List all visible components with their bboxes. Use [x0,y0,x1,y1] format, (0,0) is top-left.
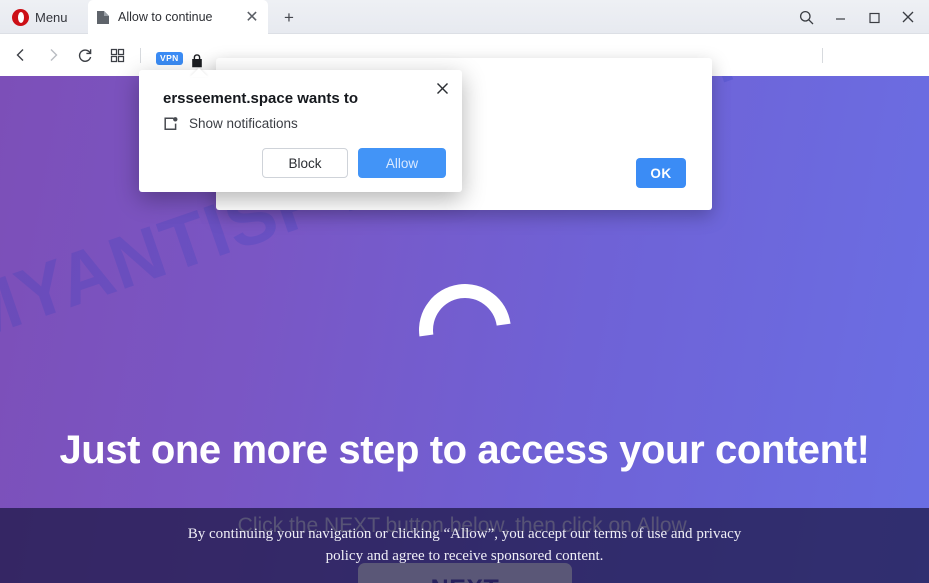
permission-buttons: Block Allow [262,148,446,178]
reload-button[interactable] [74,44,96,66]
vpn-badge[interactable]: VPN [156,52,183,65]
browser-titlebar: Menu Allow to continue ✕ + [0,0,929,34]
search-icon[interactable] [789,2,823,32]
toolbar-divider [140,48,141,63]
toolbar-divider-right [822,48,823,63]
window-controls [789,0,925,34]
page-document-icon [96,10,110,25]
permission-popup-arrow [190,68,208,77]
site-dialog-ok-button[interactable]: OK [636,158,686,188]
new-tab-button[interactable]: + [278,6,300,28]
opera-menu-label: Menu [35,9,68,25]
permission-close-icon[interactable] [432,78,452,98]
back-button[interactable] [10,44,32,66]
loading-spinner-icon [400,265,530,395]
forward-button[interactable] [42,44,64,66]
consent-bar: By continuing your navigation or clickin… [0,508,929,583]
consent-line-1: By continuing your navigation or clickin… [187,525,693,542]
consent-text: By continuing your navigation or clickin… [185,524,745,568]
page-headline: Just one more step to access your conten… [59,428,870,472]
notification-bell-icon [163,116,179,132]
maximize-button[interactable] [857,2,891,32]
tab-close-icon[interactable]: ✕ [244,9,260,26]
allow-button[interactable]: Allow [358,148,446,178]
tab-title: Allow to continue [118,10,213,24]
opera-logo-icon [12,8,29,26]
block-button[interactable]: Block [262,148,348,178]
opera-menu-button[interactable]: Menu [8,4,76,30]
minimize-button[interactable] [823,2,857,32]
lock-icon[interactable] [190,53,204,69]
close-button[interactable] [891,2,925,32]
browser-tab[interactable]: Allow to continue ✕ [88,0,268,34]
tab-overview-grid-icon[interactable] [106,44,128,66]
notification-permission-popup: ersseement.space wants to Show notificat… [139,70,462,192]
browser-window: Menu Allow to continue ✕ + VPN MYANTISPY… [0,0,929,583]
permission-title: ersseement.space wants to [163,90,359,107]
permission-item-label: Show notifications [189,116,298,131]
